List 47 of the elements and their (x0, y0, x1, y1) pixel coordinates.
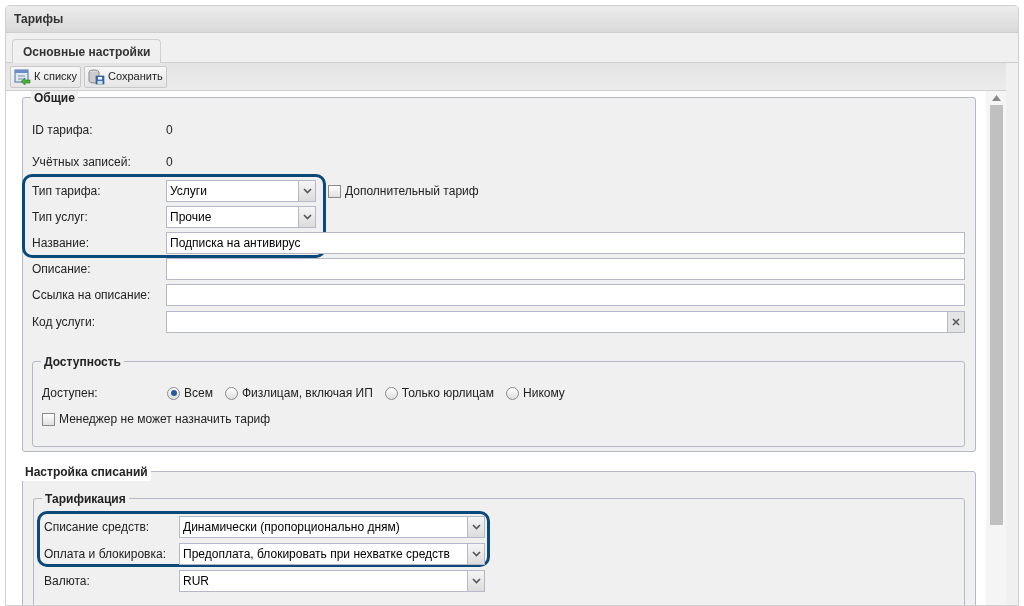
scrollbar[interactable] (986, 91, 1006, 605)
checkbox[interactable] (328, 184, 341, 198)
dropdown-field[interactable]: RUR (179, 569, 485, 592)
fieldset-legend: Настройка списаний (22, 463, 151, 481)
field-label: Валюта: (44, 572, 91, 590)
radio-label: Всем (184, 385, 213, 402)
checkbox[interactable] (42, 412, 55, 426)
fieldset-legend: Тарификация (42, 490, 129, 508)
tab[interactable]: Основные настройки (12, 39, 162, 63)
radio-label: Никому (523, 385, 565, 402)
field-label: Тип тарифа: (32, 183, 102, 200)
save-button[interactable]: Сохранить (84, 65, 167, 88)
field-label: Код услуги: (32, 313, 97, 331)
dropdown-field[interactable]: Динамически (пропорционально дням) (179, 515, 485, 538)
scrollbar-thumb[interactable] (989, 105, 1003, 525)
checkbox-label: Дополнительный тариф (345, 183, 479, 200)
text-field[interactable] (166, 310, 965, 333)
field-label: Описание: (32, 261, 92, 278)
field-label: Доступен: (42, 385, 99, 402)
radio-label: Физлицам, включая ИП (241, 385, 373, 402)
fieldset-legend: Общие (31, 91, 78, 107)
window-title: Тарифы (14, 11, 64, 28)
scroll-up-icon[interactable] (991, 95, 1001, 101)
field-value: 0 (166, 154, 173, 171)
dropdown-field[interactable]: Услуги (166, 180, 316, 202)
radio-button[interactable] (506, 386, 520, 400)
field-label: Название: (32, 235, 90, 252)
database-disk-icon (88, 68, 105, 85)
field-value: 0 (166, 122, 173, 139)
radio-button[interactable] (224, 386, 238, 400)
field-label: Ссылка на описание: (32, 287, 152, 304)
dropdown-field[interactable]: Прочие (166, 206, 316, 228)
back-to-list-button[interactable]: К списку (10, 65, 81, 88)
field-label: ID тарифа: (32, 122, 94, 139)
field-label: Оплата и блокировка: (44, 545, 167, 563)
clear-icon[interactable] (947, 311, 964, 332)
radio-button[interactable] (167, 386, 180, 400)
text-field[interactable] (166, 258, 965, 280)
radio-label: Только юрлицам (401, 385, 495, 402)
field-label: Тип услуг: (32, 209, 89, 226)
field-label: Учётных записей: (32, 154, 132, 171)
radio-button[interactable] (384, 386, 398, 400)
text-field[interactable] (166, 284, 965, 306)
checkbox-label: Менеджер не может назначить тариф (59, 411, 271, 428)
dropdown-field[interactable]: Предоплата, блокировать при нехватке средств (179, 542, 485, 565)
field-label: Списание средств: (44, 518, 151, 536)
text-field[interactable]: Подписка на антивирус (166, 232, 965, 254)
